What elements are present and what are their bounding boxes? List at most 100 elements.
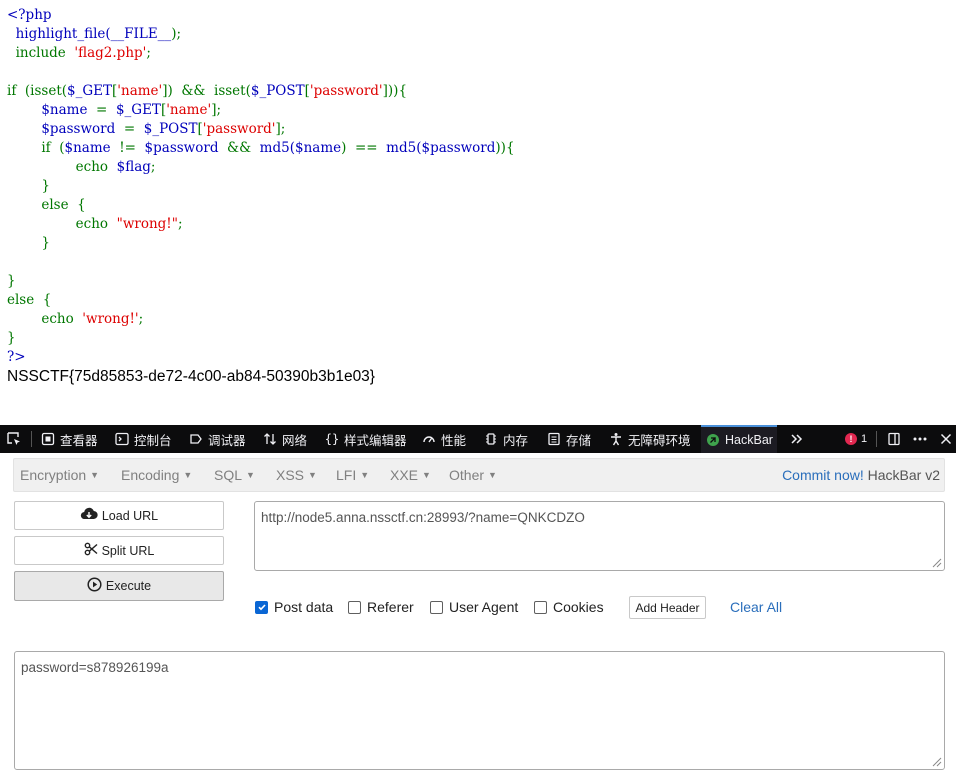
code-token: = [96, 102, 116, 118]
cookies-option[interactable]: Cookies [534, 599, 604, 615]
devtools-toolbar: 查看器 控制台 调试器 网络 {} 样式编辑器 性能 内存 存储 无障碍环境 H… [0, 425, 956, 453]
add-header-button[interactable]: Add Header [629, 596, 706, 619]
caret-down-icon: ▼ [90, 470, 100, 480]
code-line: else { [7, 291, 515, 310]
caret-down-icon: ▼ [422, 470, 431, 480]
resize-grip-icon[interactable] [930, 556, 942, 568]
code-token: 'wrong!' [82, 311, 139, 327]
post-data-checkbox[interactable] [255, 600, 268, 614]
php-source-code: <?php highlight_file(__FILE__); include … [7, 6, 515, 367]
debugger-icon [188, 431, 204, 447]
user-agent-option[interactable]: User Agent [430, 599, 518, 615]
code-token: 'password' [309, 83, 383, 99]
code-token: isset( [30, 83, 68, 99]
close-devtools-button[interactable] [938, 425, 954, 453]
code-line: else { [7, 196, 515, 215]
menu-encoding[interactable]: Encoding ▼ [121, 467, 192, 483]
network-icon [262, 431, 278, 447]
commit-now-link[interactable]: Commit now! [782, 467, 864, 483]
toolbar-separator [31, 431, 32, 447]
url-input[interactable]: http://node5.anna.nssctf.cn:28993/?name=… [254, 501, 945, 571]
code-token: 'flag2.php' [74, 45, 147, 61]
code-token: ; [146, 45, 151, 61]
code-token: ]; [211, 102, 222, 118]
code-line: echo "wrong!"; [7, 215, 515, 234]
code-line: } [7, 272, 515, 291]
code-token: else { [7, 292, 52, 308]
code-token: } [7, 273, 16, 289]
dock-side-button[interactable] [886, 425, 902, 453]
menu-encryption[interactable]: Encryption ▼ [20, 467, 99, 483]
console-icon [114, 431, 130, 447]
tab-accessibility[interactable]: 无障碍环境 [608, 425, 691, 453]
error-count-indicator[interactable]: ! 1 [845, 425, 867, 453]
more-tabs-button[interactable] [789, 425, 805, 453]
menu-lfi[interactable]: LFI ▼ [336, 467, 369, 483]
code-line: } [7, 177, 515, 196]
toolbar-separator [876, 431, 877, 447]
code-token: 'name' [117, 83, 163, 99]
tab-inspector[interactable]: 查看器 [40, 425, 98, 453]
clear-all-link[interactable]: Clear All [730, 599, 782, 615]
menu-xxe[interactable]: XXE ▼ [390, 467, 431, 483]
code-line: include 'flag2.php'; [7, 44, 515, 63]
code-token: } [7, 178, 50, 194]
caret-down-icon: ▼ [246, 470, 255, 480]
post-data-input[interactable]: password=s878926199a [14, 651, 945, 770]
post-data-option[interactable]: Post data [255, 599, 333, 615]
code-line: <?php [7, 6, 515, 25]
tab-storage[interactable]: 存储 [546, 425, 591, 453]
cookies-checkbox[interactable] [534, 600, 547, 614]
code-token: && [227, 140, 260, 156]
code-token: $password [144, 140, 228, 156]
memory-icon [483, 431, 499, 447]
user-agent-checkbox[interactable] [430, 600, 443, 614]
code-line: echo $flag; [7, 158, 515, 177]
code-line: $password = $_POST['password']; [7, 120, 515, 139]
code-token: __FILE__ [110, 26, 172, 42]
code-token: $_GET [115, 102, 161, 118]
code-token: $_GET [67, 83, 113, 99]
code-token: if ( [7, 140, 65, 156]
split-url-button[interactable]: Split URL [14, 536, 224, 565]
hackbar-icon [705, 432, 721, 448]
style-editor-icon: {} [324, 432, 340, 446]
referer-checkbox[interactable] [348, 600, 361, 614]
tab-debugger[interactable]: 调试器 [188, 425, 246, 453]
flag-output: NSSCTF{75d85853-de72-4c00-ab84-50390b3b1… [7, 368, 375, 385]
code-token: ; [138, 311, 144, 327]
close-icon [938, 431, 954, 447]
code-token: ) == [341, 140, 387, 156]
performance-icon [421, 431, 437, 447]
element-picker-icon [6, 431, 22, 447]
code-token: echo [7, 311, 83, 327]
hackbar-version: HackBar v2 [867, 467, 940, 483]
code-token: md5( [259, 140, 295, 156]
code-line: echo 'wrong!'; [7, 310, 515, 329]
more-options-button[interactable] [912, 425, 928, 453]
resize-grip-icon[interactable] [930, 755, 942, 767]
tab-memory[interactable]: 内存 [483, 425, 528, 453]
tab-performance[interactable]: 性能 [421, 425, 466, 453]
tab-network[interactable]: 网络 [262, 425, 307, 453]
load-url-button[interactable]: Load URL [14, 501, 224, 530]
code-line: } [7, 329, 515, 348]
code-token: ]) && [162, 83, 214, 99]
menu-other[interactable]: Other ▼ [449, 467, 497, 483]
tab-hackbar[interactable]: HackBar [701, 425, 777, 453]
referer-option[interactable]: Referer [348, 599, 414, 615]
element-picker-button[interactable] [6, 425, 22, 453]
code-token: else { [7, 197, 86, 213]
accessibility-icon [608, 431, 624, 447]
code-token: <?php [7, 7, 52, 23]
code-token: $name [294, 140, 342, 156]
tab-console[interactable]: 控制台 [114, 425, 172, 453]
menu-sql[interactable]: SQL ▼ [214, 467, 255, 483]
code-token: "wrong!" [116, 216, 178, 232]
code-token: $_POST [250, 83, 305, 99]
code-token: ]; [275, 121, 286, 137]
tab-style-editor[interactable]: {} 样式编辑器 [324, 425, 407, 453]
execute-button[interactable]: Execute [14, 571, 224, 601]
menu-xss[interactable]: XSS ▼ [276, 467, 317, 483]
